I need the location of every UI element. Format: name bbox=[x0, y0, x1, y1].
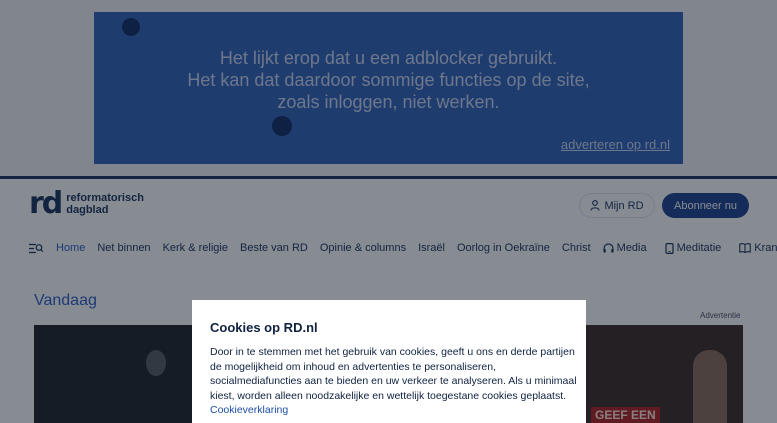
cookie-consent-dialog: Cookies op RD.nl Door in te stemmen met … bbox=[192, 300, 586, 423]
cookie-text-line: Door in te stemmen met het gebruik van c… bbox=[210, 346, 575, 358]
cookie-text-line: kiest, worden alleen noodzakelijke en we… bbox=[210, 389, 567, 402]
cookie-text-line: de mogelijkheid om inhoud en advertentie… bbox=[210, 360, 497, 373]
cookie-dialog-text: Door in te stemmen met het gebruik van c… bbox=[210, 345, 577, 418]
cookie-text-line: socialmediafuncties aan te bieden en uw … bbox=[210, 375, 577, 388]
cookie-policy-link[interactable]: Cookieverklaring bbox=[210, 403, 574, 418]
cookie-dialog-title: Cookies op RD.nl bbox=[210, 320, 318, 335]
